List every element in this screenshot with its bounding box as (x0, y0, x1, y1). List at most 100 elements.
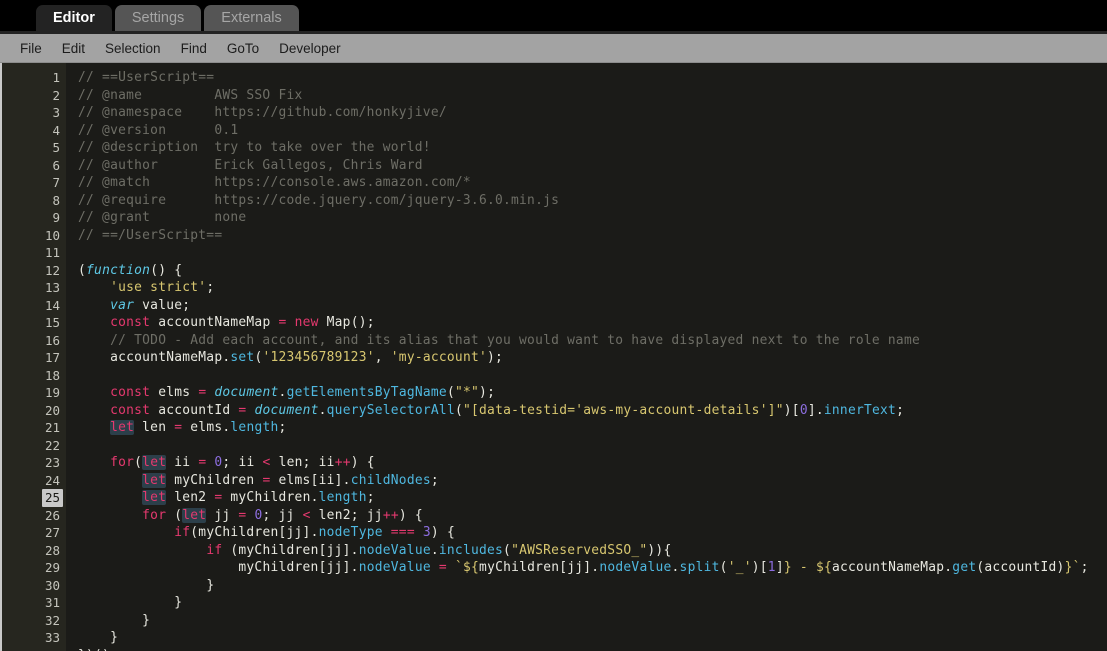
line-number[interactable]: 17 (2, 349, 66, 367)
code-line[interactable]: const accountNameMap = new Map(); (78, 314, 1107, 332)
line-number[interactable]: 4 (2, 122, 66, 140)
menu-item-developer[interactable]: Developer (269, 39, 351, 58)
tab-editor[interactable]: Editor (36, 5, 112, 31)
code-line[interactable]: let len = elms.length; (78, 419, 1107, 437)
code-line[interactable]: // @namespace https://github.com/honkyji… (78, 104, 1107, 122)
code-line[interactable]: accountNameMap.set('123456789123', 'my-a… (78, 349, 1107, 367)
line-number-text: 13 (44, 280, 60, 295)
line-number[interactable]: 2 (2, 87, 66, 105)
line-number-text: 20 (44, 402, 60, 418)
code-line[interactable]: // TODO - Add each account, and its alia… (78, 332, 1107, 350)
line-number[interactable]: 10 (2, 227, 66, 245)
line-number-gutter[interactable]: 123456789101112▼1314151617181920212223▼2… (2, 63, 75, 651)
code-line[interactable]: for(let ii = 0; ii < len; ii++) { (78, 454, 1107, 472)
line-number[interactable]: 24 (2, 472, 66, 490)
code-line[interactable]: var value; (78, 297, 1107, 315)
line-number[interactable]: 14 (2, 297, 66, 315)
menu-item-goto[interactable]: GoTo (217, 39, 269, 58)
line-number-text: 2 (52, 87, 60, 103)
line-number-text: 17 (44, 350, 60, 365)
line-number-text: 6 (52, 157, 60, 173)
code-content-area[interactable]: // ==UserScript==// @name AWS SSO Fix// … (66, 63, 1107, 651)
line-number[interactable]: 28▼ (2, 542, 75, 560)
line-number[interactable]: 1 (2, 69, 66, 87)
line-number[interactable]: 31 (2, 594, 66, 612)
code-line[interactable] (78, 367, 1107, 385)
code-line[interactable]: // @version 0.1 (78, 122, 1107, 140)
line-number[interactable]: 33 (2, 629, 66, 647)
code-line[interactable]: // ==/UserScript== (78, 227, 1107, 245)
menu-item-find[interactable]: Find (171, 39, 217, 58)
tab-externals[interactable]: Externals (204, 5, 299, 31)
line-number-text: 11 (44, 245, 60, 260)
line-number-text: 9 (52, 210, 60, 225)
code-line[interactable]: let len2 = myChildren.length; (78, 489, 1107, 507)
code-line[interactable]: // @name AWS SSO Fix (78, 87, 1107, 105)
line-number[interactable]: 8 (2, 192, 66, 210)
line-number-text: 27 (44, 525, 60, 540)
code-line[interactable]: } (78, 577, 1107, 595)
code-line[interactable]: })(); (78, 647, 1107, 651)
code-line[interactable]: myChildren[jj].nodeValue = `${myChildren… (78, 559, 1107, 577)
line-number[interactable]: 12▼ (2, 262, 75, 280)
line-number[interactable]: 22 (2, 437, 66, 455)
code-line[interactable]: for (let jj = 0; jj < len2; jj++) { (78, 507, 1107, 525)
line-number[interactable]: 7 (2, 174, 66, 192)
line-number[interactable]: 23▼ (2, 454, 75, 472)
line-number-text: 5 (52, 140, 60, 155)
code-line[interactable]: } (78, 594, 1107, 612)
code-editor[interactable]: 123456789101112▼1314151617181920212223▼2… (0, 63, 1107, 651)
line-number[interactable]: 16 (2, 332, 66, 350)
line-number[interactable]: 26▼ (2, 507, 75, 525)
line-number[interactable]: 13 (2, 279, 66, 297)
line-number[interactable]: 19 (2, 384, 66, 402)
code-line[interactable]: if (myChildren[jj].nodeValue.includes("A… (78, 542, 1107, 560)
code-line[interactable] (78, 437, 1107, 455)
tab-settings[interactable]: Settings (114, 5, 202, 31)
line-number[interactable]: 20 (2, 402, 66, 420)
line-number-text: 12 (44, 262, 60, 278)
line-number[interactable]: 6 (2, 157, 66, 175)
line-number[interactable]: 15 (2, 314, 66, 332)
code-line[interactable]: let myChildren = elms[ii].childNodes; (78, 472, 1107, 490)
line-number[interactable]: 3 (2, 104, 66, 122)
line-number[interactable]: 27▼ (2, 524, 75, 542)
line-number[interactable]: 21 (2, 419, 66, 437)
menu-item-file[interactable]: File (10, 39, 52, 58)
line-number-text: 18 (44, 367, 60, 383)
code-line[interactable]: // @author Erick Gallegos, Chris Ward (78, 157, 1107, 175)
line-number-text: 4 (52, 122, 60, 138)
line-number[interactable]: 11 (2, 244, 66, 262)
code-line[interactable]: 'use strict'; (78, 279, 1107, 297)
code-line[interactable] (78, 244, 1107, 262)
line-number-text: 19 (44, 385, 60, 400)
line-number-text: 29 (44, 560, 60, 575)
line-number-text: 10 (44, 227, 60, 243)
code-line[interactable]: // @description try to take over the wor… (78, 139, 1107, 157)
code-line[interactable]: const accountId = document.querySelector… (78, 402, 1107, 420)
code-line[interactable]: const elms = document.getElementsByTagNa… (78, 384, 1107, 402)
menu-item-edit[interactable]: Edit (52, 39, 95, 58)
code-line[interactable]: // @match https://console.aws.amazon.com… (78, 174, 1107, 192)
line-number[interactable]: 9 (2, 209, 66, 227)
menu-item-selection[interactable]: Selection (95, 39, 171, 58)
line-number[interactable]: 30 (2, 577, 66, 595)
code-line[interactable]: } (78, 629, 1107, 647)
line-number[interactable]: 29 (2, 559, 66, 577)
line-number[interactable]: 18 (2, 367, 66, 385)
line-number[interactable]: 25 (2, 489, 66, 507)
line-number-text: 30 (44, 577, 60, 593)
code-line[interactable]: // @grant none (78, 209, 1107, 227)
line-number[interactable]: 5 (2, 139, 66, 157)
line-number-text: 28 (44, 542, 60, 558)
line-number[interactable]: 32 (2, 612, 66, 630)
code-line[interactable]: } (78, 612, 1107, 630)
line-number-text: 32 (44, 612, 60, 628)
code-line[interactable]: // ==UserScript== (78, 69, 1107, 87)
line-number-text: 22 (44, 437, 60, 453)
code-line[interactable]: // @require https://code.jquery.com/jque… (78, 192, 1107, 210)
line-number[interactable]: 34 (2, 647, 66, 651)
code-line[interactable]: (function() { (78, 262, 1107, 280)
line-number-text: 25 (41, 489, 63, 507)
code-line[interactable]: if(myChildren[jj].nodeType === 3) { (78, 524, 1107, 542)
